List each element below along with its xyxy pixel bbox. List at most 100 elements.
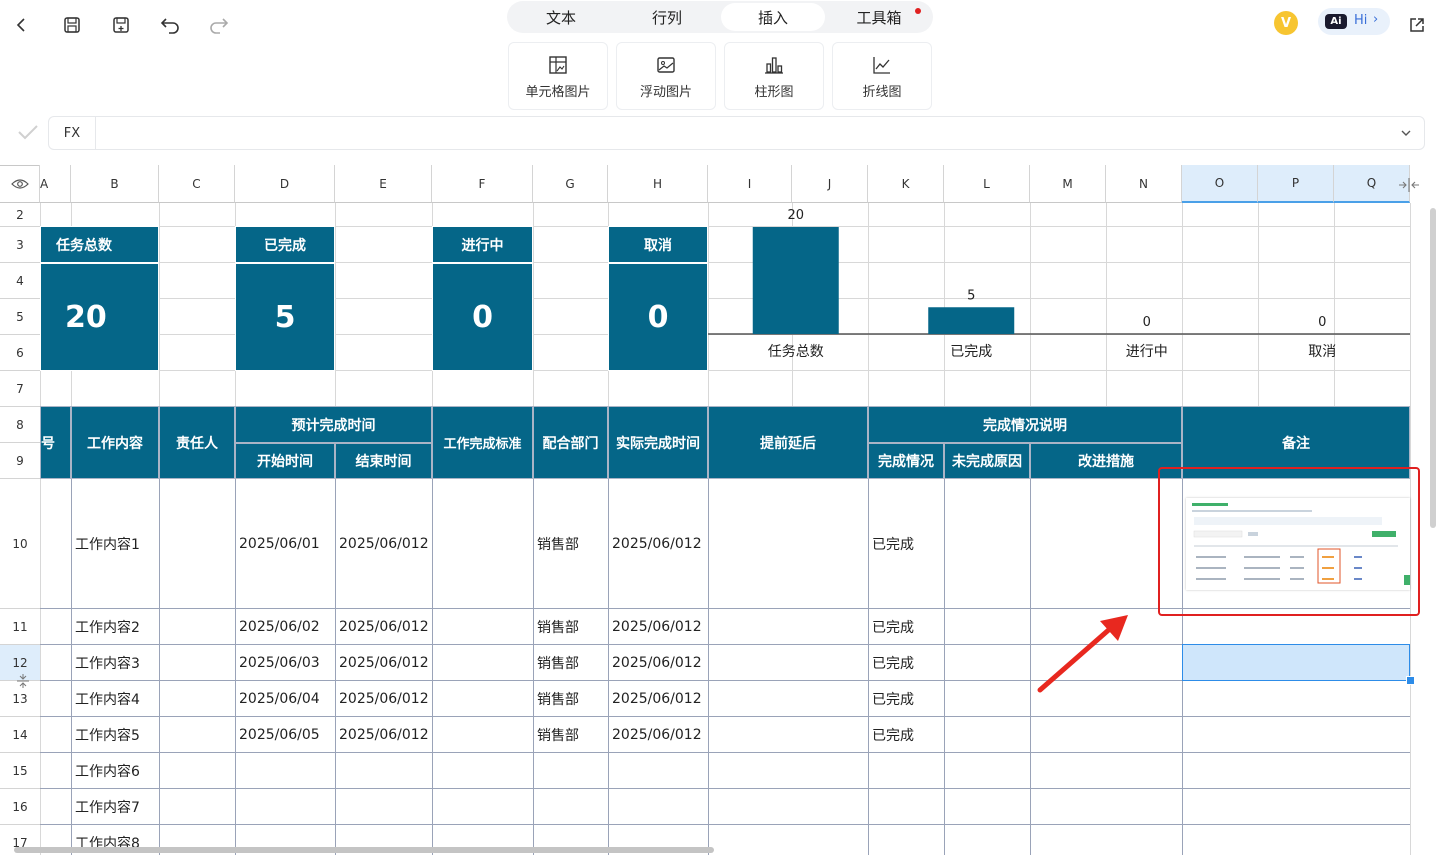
insert-line-chart-label: 折线图 — [862, 85, 902, 100]
cell-end[interactable]: 2025/06/012 — [335, 609, 432, 645]
notification-dot — [915, 8, 921, 14]
cell-content[interactable]: 工作内容2 — [71, 609, 159, 645]
col-header-b[interactable]: B — [71, 165, 159, 203]
col-header-i[interactable]: I — [708, 165, 792, 203]
insert-line-chart-button[interactable]: 折线图 — [832, 42, 932, 110]
cell-content[interactable]: 工作内容5 — [71, 717, 159, 753]
row-header-7[interactable]: 7 — [0, 371, 40, 407]
col-header-h[interactable]: H — [608, 165, 708, 203]
row-header-8[interactable]: 8 — [0, 407, 40, 443]
tab-insert[interactable]: 插入 — [721, 3, 825, 31]
col-header-n[interactable]: N — [1106, 165, 1182, 203]
cell-content[interactable]: 工作内容6 — [71, 753, 159, 789]
cell-end[interactable]: 2025/06/012 — [335, 479, 432, 609]
row-header-2[interactable]: 2 — [0, 203, 40, 227]
col-header-e[interactable]: E — [335, 165, 432, 203]
insert-bar-chart-button[interactable]: 柱形图 — [724, 42, 824, 110]
row-header-9[interactable]: 9 — [0, 443, 40, 479]
col-header-j[interactable]: J — [792, 165, 868, 203]
back-icon[interactable] — [8, 12, 34, 38]
vertical-scrollbar[interactable] — [1430, 208, 1436, 528]
cell-status[interactable]: 已完成 — [868, 645, 944, 681]
cell-actual[interactable]: 2025/06/012 — [608, 479, 708, 609]
cell-status[interactable]: 已完成 — [868, 479, 944, 609]
cell-content[interactable]: 工作内容3 — [71, 645, 159, 681]
redo-icon[interactable] — [206, 12, 232, 38]
bar-chart[interactable]: 20 任务总数 5 已完成 0 进行中 0 取消 — [708, 203, 1410, 371]
cell-dept[interactable]: 销售部 — [533, 609, 608, 645]
selected-cell[interactable] — [1182, 644, 1410, 681]
tab-rows-cols[interactable]: 行列 — [615, 3, 719, 31]
formula-input[interactable] — [96, 117, 1396, 149]
chart-data-label: 20 — [787, 208, 804, 223]
cell-content[interactable]: 工作内容7 — [71, 789, 159, 825]
cell-start[interactable]: 2025/06/02 — [235, 609, 335, 645]
col-header-l[interactable]: L — [944, 165, 1030, 203]
horizontal-scrollbar[interactable] — [14, 847, 714, 853]
cell-dept[interactable]: 销售部 — [533, 717, 608, 753]
cell-status[interactable]: 已完成 — [868, 717, 944, 753]
cell-status[interactable]: 已完成 — [868, 681, 944, 717]
insert-cell-image-button[interactable]: 单元格图片 — [508, 42, 608, 110]
col-header-f[interactable]: F — [432, 165, 533, 203]
cell-dept[interactable]: 销售部 — [533, 645, 608, 681]
col-header-g[interactable]: G — [533, 165, 608, 203]
undo-icon[interactable] — [157, 12, 183, 38]
save-icon[interactable] — [59, 12, 85, 38]
insert-float-image-button[interactable]: 浮动图片 — [616, 42, 716, 110]
cell-actual[interactable]: 2025/06/012 — [608, 645, 708, 681]
col-header-o[interactable]: O — [1182, 165, 1258, 203]
highlight-box — [1158, 467, 1420, 616]
cell-content[interactable]: 工作内容1 — [71, 479, 159, 609]
freeze-row-icon[interactable] — [16, 673, 30, 693]
col-header-m[interactable]: M — [1030, 165, 1106, 203]
row-header-15[interactable]: 15 — [0, 753, 40, 789]
row-header-3[interactable]: 3 — [0, 227, 40, 263]
freeze-column-icon[interactable] — [1398, 177, 1420, 197]
confirm-check-icon[interactable] — [16, 122, 40, 146]
row-header-11[interactable]: 11 — [0, 609, 40, 645]
cell-actual[interactable]: 2025/06/012 — [608, 681, 708, 717]
chart-bar[interactable] — [928, 307, 1015, 334]
cancel-label: 取消 — [608, 226, 708, 263]
row-header-4[interactable]: 4 — [0, 263, 40, 299]
col-header-k[interactable]: K — [868, 165, 944, 203]
insert-float-image-label: 浮动图片 — [639, 85, 692, 100]
cell-end[interactable]: 2025/06/012 — [335, 645, 432, 681]
tab-text[interactable]: 文本 — [509, 3, 613, 31]
ai-assistant-button[interactable]: Ai Hi › — [1318, 8, 1390, 35]
col-header-c[interactable]: C — [159, 165, 235, 203]
tab-toolbox[interactable]: 工具箱 — [827, 3, 931, 31]
fill-handle[interactable] — [1406, 676, 1415, 685]
cell-start[interactable]: 2025/06/03 — [235, 645, 335, 681]
cell-end[interactable]: 2025/06/012 — [335, 681, 432, 717]
cell-status[interactable]: 已完成 — [868, 609, 944, 645]
bar-chart-icon — [765, 57, 783, 74]
eye-icon[interactable] — [0, 165, 40, 203]
open-external-icon[interactable] — [1404, 12, 1430, 38]
row-header-16[interactable]: 16 — [0, 789, 40, 825]
row-header-6[interactable]: 6 — [0, 335, 40, 371]
cell-actual[interactable]: 2025/06/012 — [608, 717, 708, 753]
col-header-d[interactable]: D — [235, 165, 335, 203]
cell-content[interactable]: 工作内容4 — [71, 681, 159, 717]
cell-start[interactable]: 2025/06/01 — [235, 479, 335, 609]
cell-start[interactable]: 2025/06/05 — [235, 717, 335, 753]
row-header-14[interactable]: 14 — [0, 717, 40, 753]
cell-dept[interactable]: 销售部 — [533, 681, 608, 717]
chart-bar[interactable] — [752, 227, 839, 334]
save-as-icon[interactable] — [108, 12, 134, 38]
chevron-down-icon[interactable] — [1399, 125, 1413, 144]
cell-dept[interactable]: 销售部 — [533, 479, 608, 609]
fx-label: FX — [49, 117, 96, 149]
row-header-5[interactable]: 5 — [0, 299, 40, 335]
cancel-value: 0 — [608, 263, 708, 371]
cell-start[interactable]: 2025/06/04 — [235, 681, 335, 717]
row-header-10[interactable]: 10 — [0, 479, 40, 609]
vip-badge-icon[interactable]: V — [1274, 11, 1298, 35]
col-header-p[interactable]: P — [1258, 165, 1334, 203]
done-value: 5 — [235, 263, 335, 371]
cell-actual[interactable]: 2025/06/012 — [608, 609, 708, 645]
col-header-a[interactable]: A — [40, 165, 71, 203]
cell-end[interactable]: 2025/06/012 — [335, 717, 432, 753]
